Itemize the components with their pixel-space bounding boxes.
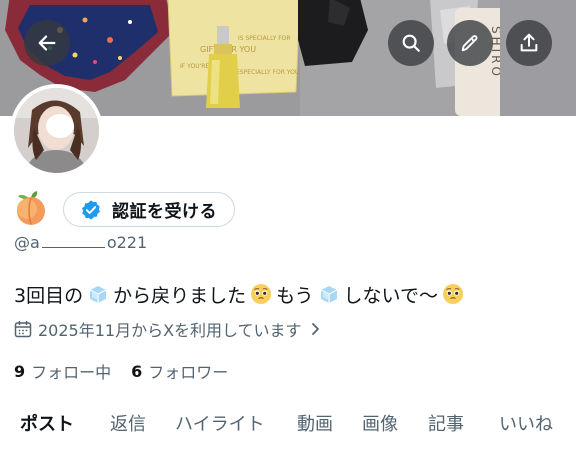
- pleading-face-emoji-icon: [442, 283, 464, 305]
- tab-videos[interactable]: 動画: [297, 408, 333, 442]
- tab-articles[interactable]: 記事: [428, 408, 464, 442]
- peach-emoji-icon: [17, 191, 45, 225]
- svg-text:ESPECIALLY FOR YOU: ESPECIALLY FOR YOU: [236, 69, 299, 76]
- joined-date[interactable]: 2025年11月からXを利用しています: [14, 318, 322, 340]
- tab-replies[interactable]: 返信: [110, 408, 146, 442]
- profile-tabs: ポスト 返信 ハイライト 動画 画像 記事 いいね: [0, 408, 576, 442]
- handle-redaction: [41, 236, 105, 248]
- verified-badge-icon: [82, 199, 100, 220]
- get-verified-label: 認証を受ける: [112, 202, 217, 222]
- user-handle: @a o221: [14, 233, 148, 252]
- tab-highlights[interactable]: ハイライト: [175, 408, 265, 442]
- avatar-photo: [14, 88, 99, 173]
- ice-cube-emoji-icon: [318, 283, 340, 305]
- get-verified-button[interactable]: 認証を受ける: [63, 192, 235, 227]
- tab-images[interactable]: 画像: [362, 408, 398, 442]
- arrow-left-icon: [38, 35, 56, 51]
- tab-likes[interactable]: いいね: [499, 408, 553, 442]
- back-button[interactable]: [24, 20, 70, 66]
- follow-stats: 9 フォロー中 6 フォロワー: [14, 359, 228, 383]
- search-icon: [402, 34, 420, 52]
- svg-text:IS SPECIALLY FOR: IS SPECIALLY FOR: [238, 35, 291, 42]
- calendar-icon: [14, 321, 32, 338]
- pencil-icon: [461, 35, 478, 52]
- followers-label: フォロワー: [148, 363, 229, 382]
- tab-posts[interactable]: ポスト: [20, 408, 74, 442]
- avatar[interactable]: [10, 84, 103, 177]
- following-count: 9: [14, 361, 26, 381]
- share-button[interactable]: [506, 20, 552, 66]
- ice-cube-emoji-icon: [87, 283, 109, 305]
- followers-link[interactable]: 6 フォロワー: [131, 359, 228, 383]
- share-icon: [520, 33, 538, 52]
- search-button[interactable]: [388, 20, 434, 66]
- chevron-right-icon: [311, 323, 319, 335]
- following-link[interactable]: 9 フォロー中: [14, 359, 111, 383]
- edit-button[interactable]: [447, 20, 493, 66]
- joined-date-text: 2025年11月からXを利用しています: [38, 321, 302, 340]
- profile-bio: 3回目の から戻りました もう しないで〜: [14, 281, 468, 307]
- followers-count: 6: [131, 361, 143, 381]
- following-label: フォロー中: [31, 363, 112, 382]
- pleading-face-emoji-icon: [250, 283, 272, 305]
